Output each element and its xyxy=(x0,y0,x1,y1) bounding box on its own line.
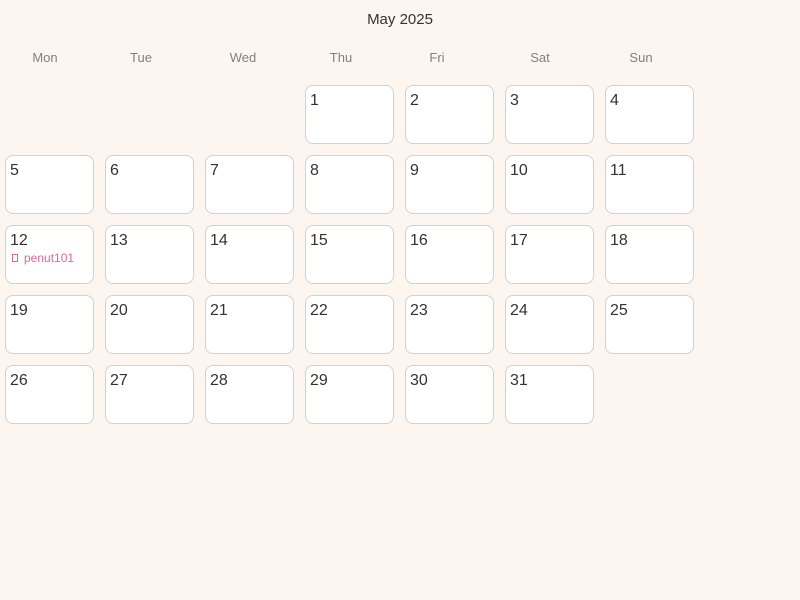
day-number: 8 xyxy=(310,162,319,179)
day-cell-12[interactable]: 12 penut101 xyxy=(5,225,94,284)
day-cell-15[interactable]: 15 xyxy=(305,225,394,284)
day-number: 9 xyxy=(410,162,419,179)
day-cell-23[interactable]: 23 xyxy=(405,295,494,354)
day-number: 31 xyxy=(510,372,528,389)
day-cell-28[interactable]: 28 xyxy=(205,365,294,424)
day-cell-13[interactable]: 13 xyxy=(105,225,194,284)
day-number: 5 xyxy=(10,162,19,179)
day-number: 26 xyxy=(10,372,28,389)
day-number: 21 xyxy=(210,302,228,319)
day-number: 30 xyxy=(410,372,428,389)
day-number: 20 xyxy=(110,302,128,319)
day-number: 19 xyxy=(10,302,28,319)
day-number: 14 xyxy=(210,232,228,249)
day-cell-17[interactable]: 17 xyxy=(505,225,594,284)
day-cell-21[interactable]: 21 xyxy=(205,295,294,354)
day-cell-16[interactable]: 16 xyxy=(405,225,494,284)
calendar-grid: 1 2 3 4 5 6 7 8 9 10 11 12 penut101 13 14 15 16 17 18 19 20 2… xyxy=(0,0,800,600)
day-cell-26[interactable]: 26 xyxy=(5,365,94,424)
day-cell-11[interactable]: 11 xyxy=(605,155,694,214)
day-cell-25[interactable]: 25 xyxy=(605,295,694,354)
day-number: 7 xyxy=(210,162,219,179)
day-number: 24 xyxy=(510,302,528,319)
day-cell-10[interactable]: 10 xyxy=(505,155,594,214)
day-cell-5[interactable]: 5 xyxy=(5,155,94,214)
day-number: 12 xyxy=(10,232,28,249)
day-cell-8[interactable]: 8 xyxy=(305,155,394,214)
day-cell-1[interactable]: 1 xyxy=(305,85,394,144)
day-number: 25 xyxy=(610,302,628,319)
day-number: 13 xyxy=(110,232,128,249)
day-number: 29 xyxy=(310,372,328,389)
day-cell-31[interactable]: 31 xyxy=(505,365,594,424)
day-number: 2 xyxy=(410,92,419,109)
day-cell-2[interactable]: 2 xyxy=(405,85,494,144)
day-number: 27 xyxy=(110,372,128,389)
day-cell-18[interactable]: 18 xyxy=(605,225,694,284)
day-number: 3 xyxy=(510,92,519,109)
calendar-event[interactable]: penut101 xyxy=(10,251,74,265)
day-number: 17 xyxy=(510,232,528,249)
day-number: 1 xyxy=(310,92,319,109)
day-number: 18 xyxy=(610,232,628,249)
day-number: 10 xyxy=(510,162,528,179)
day-cell-30[interactable]: 30 xyxy=(405,365,494,424)
day-number: 22 xyxy=(310,302,328,319)
day-cell-3[interactable]: 3 xyxy=(505,85,594,144)
day-cell-6[interactable]: 6 xyxy=(105,155,194,214)
day-cell-19[interactable]: 19 xyxy=(5,295,94,354)
day-cell-22[interactable]: 22 xyxy=(305,295,394,354)
day-cell-20[interactable]: 20 xyxy=(105,295,194,354)
day-number: 23 xyxy=(410,302,428,319)
day-cell-14[interactable]: 14 xyxy=(205,225,294,284)
day-number: 4 xyxy=(610,92,619,109)
day-number: 11 xyxy=(610,162,627,179)
day-cell-27[interactable]: 27 xyxy=(105,365,194,424)
day-cell-29[interactable]: 29 xyxy=(305,365,394,424)
day-cell-9[interactable]: 9 xyxy=(405,155,494,214)
day-number: 6 xyxy=(110,162,119,179)
day-cell-24[interactable]: 24 xyxy=(505,295,594,354)
event-title: penut101 xyxy=(24,251,75,265)
day-cell-4[interactable]: 4 xyxy=(605,85,694,144)
day-cell-7[interactable]: 7 xyxy=(205,155,294,214)
day-number: 16 xyxy=(410,232,428,249)
event-marker-icon xyxy=(12,254,18,262)
day-number: 28 xyxy=(210,372,228,389)
day-number: 15 xyxy=(310,232,328,249)
